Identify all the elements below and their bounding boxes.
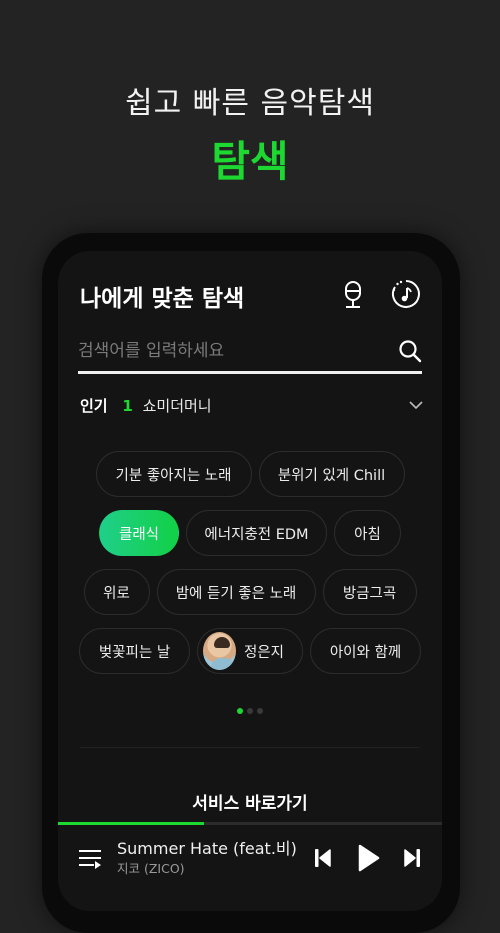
chip-that-song[interactable]: 방금그곡 [322,569,417,615]
page-dot[interactable] [257,708,263,714]
chip-label: 기분 좋아지는 노래 [115,467,232,484]
track-title[interactable]: Summer Hate (feat.비) [117,835,297,859]
chip-night-songs[interactable]: 밤에 듣기 좋은 노래 [156,569,316,615]
search-icon[interactable] [398,339,422,363]
chip-label: 에너지충전 EDM [204,526,309,543]
chip-row: 위로 밤에 듣기 좋은 노래 방금그곡 [58,569,442,615]
chevron-down-icon[interactable] [408,397,424,413]
playlist-icon[interactable] [78,849,102,869]
popular-keyword[interactable]: 쇼미더머니 [143,397,212,415]
mini-player: Summer Hate (feat.비) 지코 (ZICO) [58,825,442,911]
chip-label: 클래식 [118,526,160,543]
chip-row: 클래식 에너지충전 EDM 아침 [58,510,442,556]
promo-title: 탐색 [211,137,289,186]
chip-label: 분위기 있게 Chill [277,467,386,484]
popular-keyword-ticker[interactable]: 인기 1 쇼미더머니 [80,395,424,419]
track-artist[interactable]: 지코 (ZICO) [117,858,185,877]
chip-edm[interactable]: 에너지충전 EDM [186,510,327,556]
chip-with-kids[interactable]: 아이와 함께 [310,628,421,674]
chip-comfort[interactable]: 위로 [83,569,150,615]
chip-feel-good[interactable]: 기분 좋아지는 노래 [95,451,252,497]
music-recognition-icon[interactable] [391,279,421,309]
play-icon[interactable] [358,844,380,872]
divider [80,747,420,748]
page-indicator [58,708,442,714]
chip-label: 위로 [103,585,130,602]
popular-rank: 1 [122,397,133,415]
chip-label: 정은지 [243,644,284,661]
next-track-icon[interactable] [403,848,421,868]
popular-label: 인기 [80,397,108,415]
chip-row: 기분 좋아지는 노래 분위기 있게 Chill [58,451,442,497]
service-shortcut-title: 서비스 바로가기 [192,794,308,814]
chip-label: 방금그곡 [342,585,397,602]
chip-morning[interactable]: 아침 [334,510,401,556]
chip-label: 벚꽃피는 날 [98,644,171,661]
page-dot-active[interactable] [237,708,243,714]
chip-artist-jeong-eunji[interactable]: 정은지 [197,628,303,674]
promo-subtitle: 쉽고 빠른 음악탐색 [125,86,375,121]
previous-track-icon[interactable] [314,848,332,868]
search-input[interactable] [78,337,378,365]
search-bar [78,331,422,374]
app-screen: 나에게 맞춘 탐색 인기 1 쇼미더머니 기분 좋아지는 노래 분위기 있게 [58,251,442,911]
chip-row: 벚꽃피는 날 정은지 아이와 함께 [58,628,442,674]
chip-chill[interactable]: 분위기 있게 Chill [258,451,405,497]
chip-classic[interactable]: 클래식 [99,510,179,556]
artist-avatar [203,632,236,670]
mic-icon[interactable] [342,281,364,311]
page-title: 나에게 맞춘 탐색 [80,286,245,312]
chip-label: 밤에 듣기 좋은 노래 [175,585,297,602]
chip-label: 아이와 함께 [329,644,402,661]
page-dot[interactable] [247,708,253,714]
chip-cherry-blossom[interactable]: 벚꽃피는 날 [79,628,190,674]
chip-label: 아침 [354,526,381,543]
